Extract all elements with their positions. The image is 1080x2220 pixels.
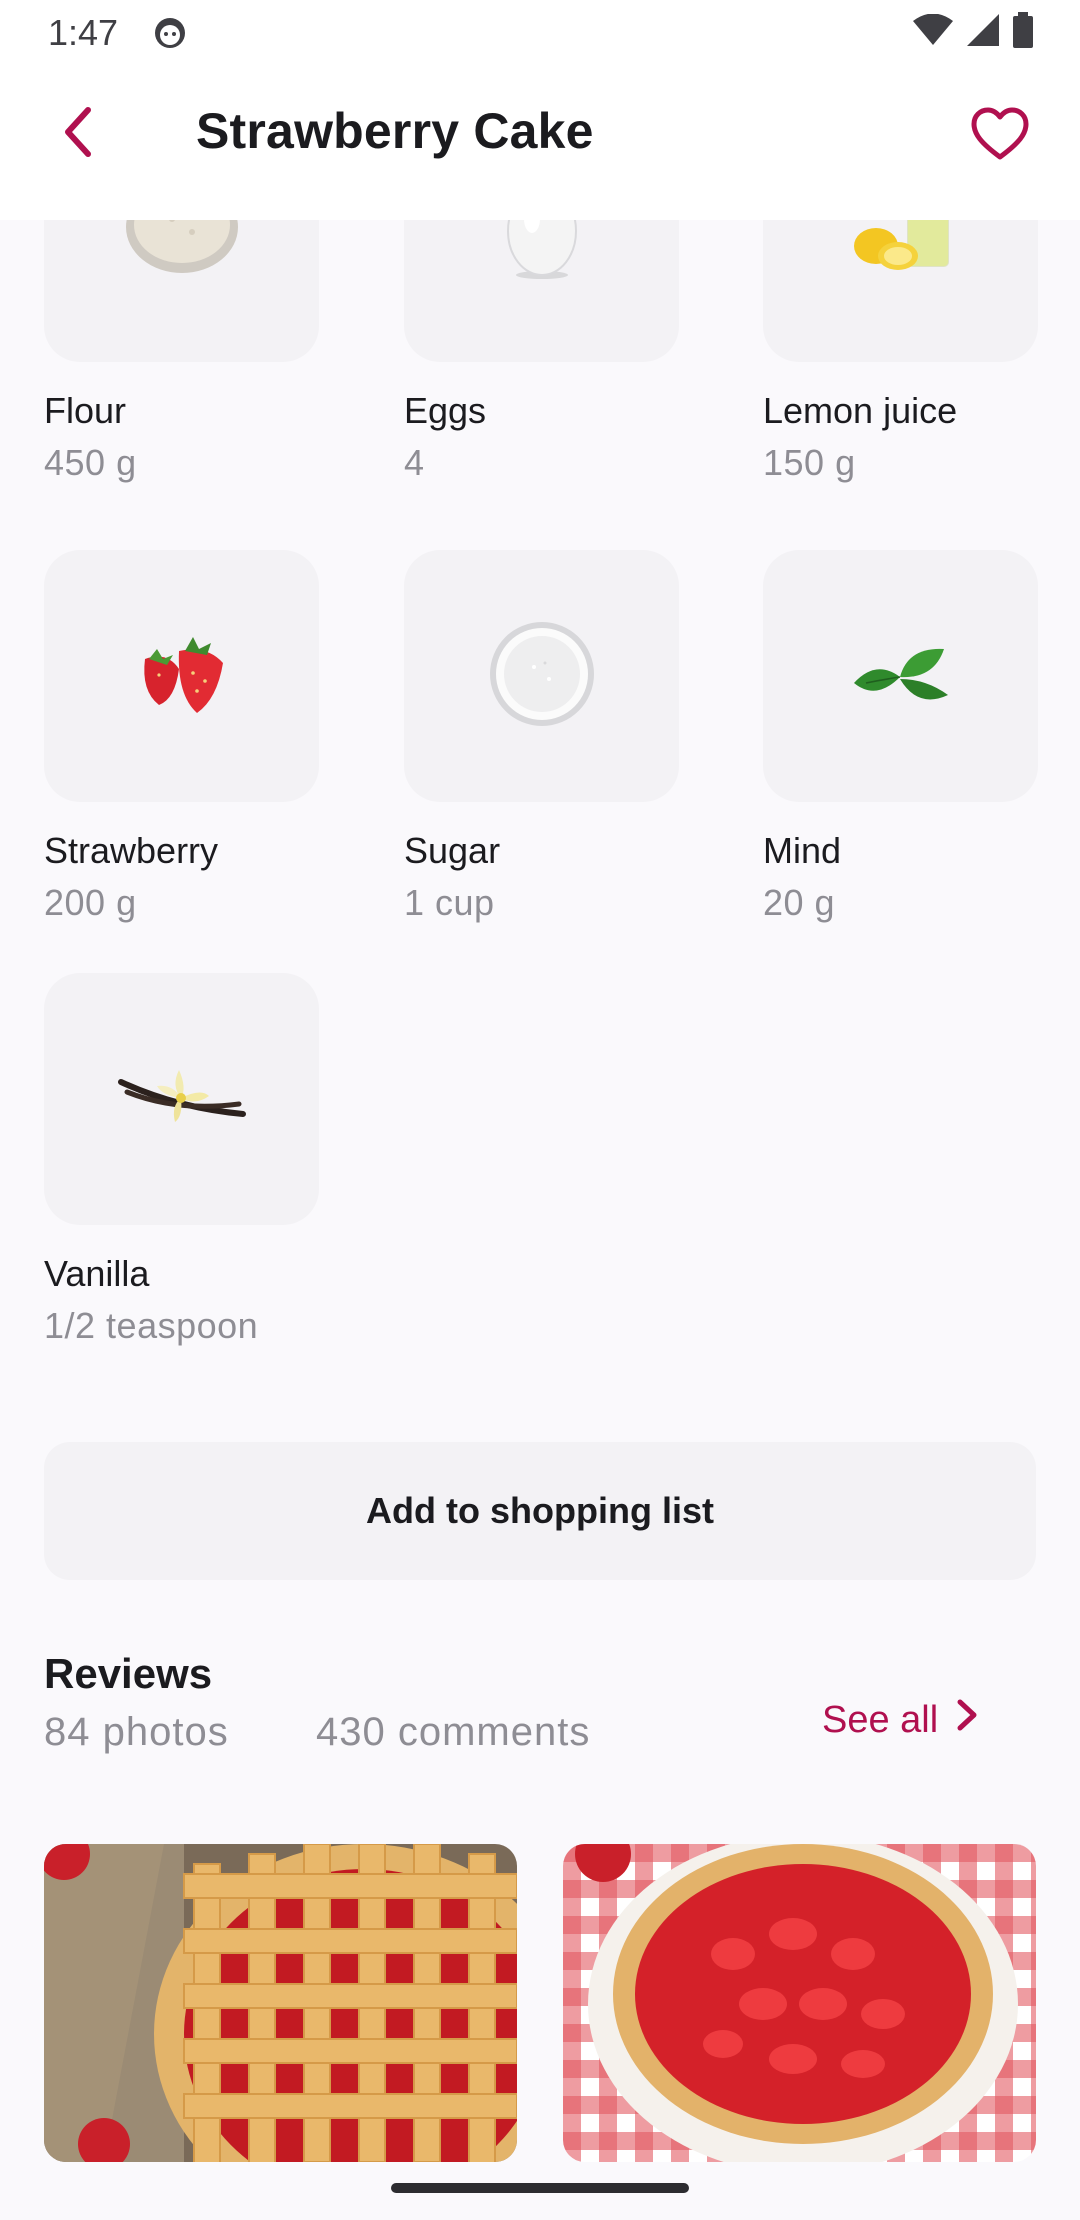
ingredient-quantity: 150 g	[763, 442, 856, 483]
ingredient-image	[404, 550, 679, 802]
review-photo[interactable]	[563, 1844, 1036, 2162]
lemon-juice-icon	[846, 220, 956, 279]
top-app-bar: Strawberry Cake	[0, 66, 1080, 220]
ingredient-image	[44, 220, 319, 362]
ingredient-quantity: 4	[404, 442, 425, 483]
strawberry-icon	[127, 629, 237, 724]
ingredient-image	[404, 220, 679, 362]
home-indicator[interactable]	[391, 2183, 689, 2193]
page-title: Strawberry Cake	[196, 103, 594, 159]
reviews-heading: Reviews	[44, 1650, 213, 1697]
chevron-right-icon	[956, 1698, 978, 1742]
ingredient-card[interactable]: Lemon juice 150 g	[763, 220, 1038, 484]
ingredient-image	[763, 220, 1038, 362]
ingredient-quantity: 1 cup	[404, 882, 495, 923]
vanilla-icon	[117, 1062, 247, 1137]
battery-icon	[1012, 11, 1034, 53]
notification-app-icon	[152, 14, 188, 50]
add-to-shopping-list-button[interactable]: Add to shopping list	[44, 1442, 1036, 1580]
ingredient-quantity: 450 g	[44, 442, 137, 483]
recipe-content[interactable]: Flour 450 g Eggs 4 Lemon juice 150 g Str…	[0, 220, 1080, 2220]
ingredient-name: Eggs	[404, 390, 487, 431]
ingredient-name: Lemon juice	[763, 390, 958, 431]
strawberry-pie-photo	[563, 1844, 1036, 2162]
chevron-left-icon	[58, 106, 98, 163]
ingredient-card[interactable]: Strawberry 200 g	[44, 550, 319, 924]
cellular-signal-icon	[966, 13, 1000, 52]
reviews-comment-count: 430 comments	[316, 1710, 591, 1754]
ingredient-card[interactable]: Eggs 4	[404, 220, 679, 484]
sugar-bowl-icon	[487, 619, 597, 734]
ingredient-name: Vanilla	[44, 1253, 150, 1294]
ingredient-quantity: 200 g	[44, 882, 137, 923]
favorite-button[interactable]	[960, 96, 1040, 176]
reviews-photo-count: 84 photos	[44, 1710, 229, 1754]
review-photo[interactable]	[44, 1844, 517, 2162]
ingredient-image	[763, 550, 1038, 802]
ingredient-image	[44, 550, 319, 802]
back-button[interactable]	[40, 96, 116, 172]
heart-outline-icon	[971, 107, 1029, 166]
ingredient-name: Sugar	[404, 830, 501, 871]
see-all-reviews-button[interactable]: See all	[822, 1690, 978, 1750]
status-time: 1:47	[48, 12, 119, 53]
flour-bowl-icon	[122, 220, 242, 282]
ingredient-quantity: 20 g	[763, 882, 836, 923]
lattice-pie-photo	[44, 1844, 517, 2162]
wifi-icon	[912, 13, 954, 51]
ingredient-card[interactable]: Mind 20 g	[763, 550, 1038, 924]
egg-icon	[502, 220, 582, 284]
status-bar: 1:47	[0, 0, 1080, 66]
ingredient-quantity: 1/2 teaspoon	[44, 1305, 259, 1346]
ingredient-card[interactable]: Vanilla 1/2 teaspoon	[44, 973, 319, 1347]
ingredient-image	[44, 973, 319, 1225]
ingredient-name: Strawberry	[44, 830, 219, 871]
see-all-label: See all	[822, 1698, 939, 1741]
ingredient-card[interactable]: Flour 450 g	[44, 220, 319, 484]
ingredient-name: Flour	[44, 390, 127, 431]
ingredient-name: Mind	[763, 830, 842, 871]
ingredient-card[interactable]: Sugar 1 cup	[404, 550, 679, 924]
mint-leaves-icon	[846, 639, 956, 714]
